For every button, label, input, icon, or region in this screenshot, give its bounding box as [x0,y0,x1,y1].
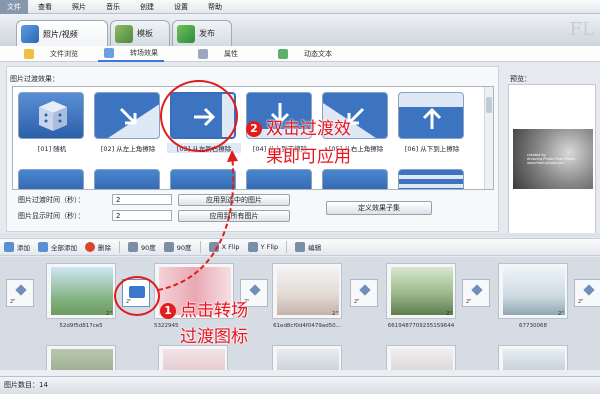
annotation-step-2-badge: 2 [246,121,262,137]
annotation-step-1-line1: 点击转场 [180,301,248,321]
annotation-step-2-line2: 果即可应用 [266,147,351,167]
annotation-step-2-line1: 双击过渡效 [266,119,351,139]
annotation-step-1-badge: 1 [160,303,176,319]
annotation-arrow [157,150,238,291]
annotation-step-1-line2: 过渡图标 [180,327,248,347]
